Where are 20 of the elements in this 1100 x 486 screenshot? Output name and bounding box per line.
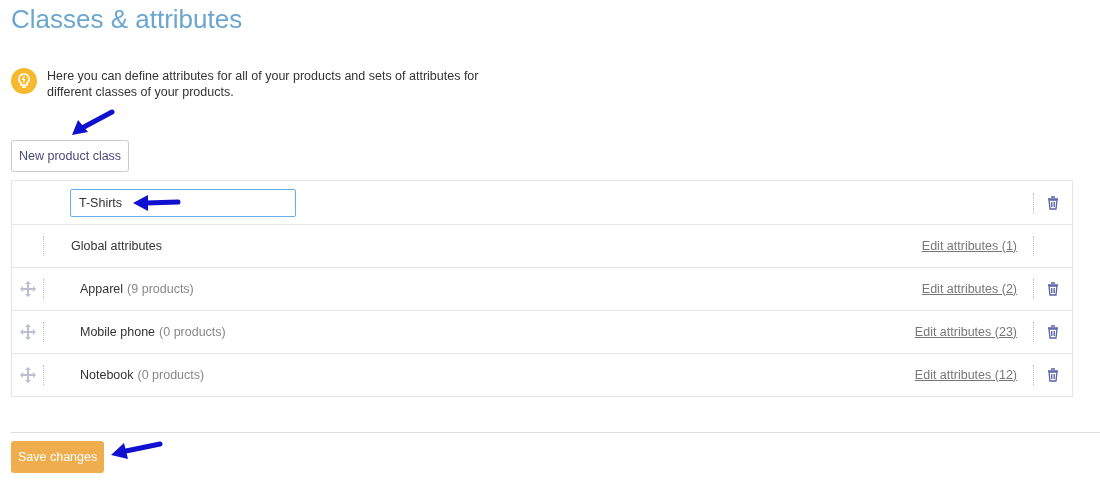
trash-icon[interactable]: [1047, 282, 1059, 296]
new-product-class-button[interactable]: New product class: [11, 140, 130, 172]
edit-attributes-link[interactable]: Edit attributes (2): [921, 279, 1017, 299]
product-count: (0 products): [137, 366, 205, 384]
edit-attributes-link[interactable]: Edit attributes (12): [914, 365, 1017, 385]
trash-icon[interactable]: [1047, 368, 1059, 382]
edit-attributes-link[interactable]: Edit attributes (1): [921, 236, 1017, 256]
hint-text: Here you can define attributes for all of your products and sets of attributes for different classes of your products.: [47, 68, 480, 100]
trash-icon[interactable]: [1047, 325, 1059, 339]
edit-attributes-link[interactable]: Edit attributes (23): [914, 322, 1017, 342]
page-title: Classes & attributes: [11, 3, 243, 35]
class-name: Mobile phone: [80, 323, 156, 341]
trash-icon[interactable]: [1047, 195, 1059, 210]
class-name: Global attributes: [71, 237, 163, 255]
class-name-field[interactable]: T-Shirts: [70, 188, 296, 217]
product-count: (0 products): [159, 323, 226, 341]
class-name: Apparel: [80, 280, 124, 298]
class-name: Notebook: [80, 366, 134, 384]
product-count: (9 products): [127, 280, 194, 298]
lightbulb-icon: [11, 68, 37, 94]
